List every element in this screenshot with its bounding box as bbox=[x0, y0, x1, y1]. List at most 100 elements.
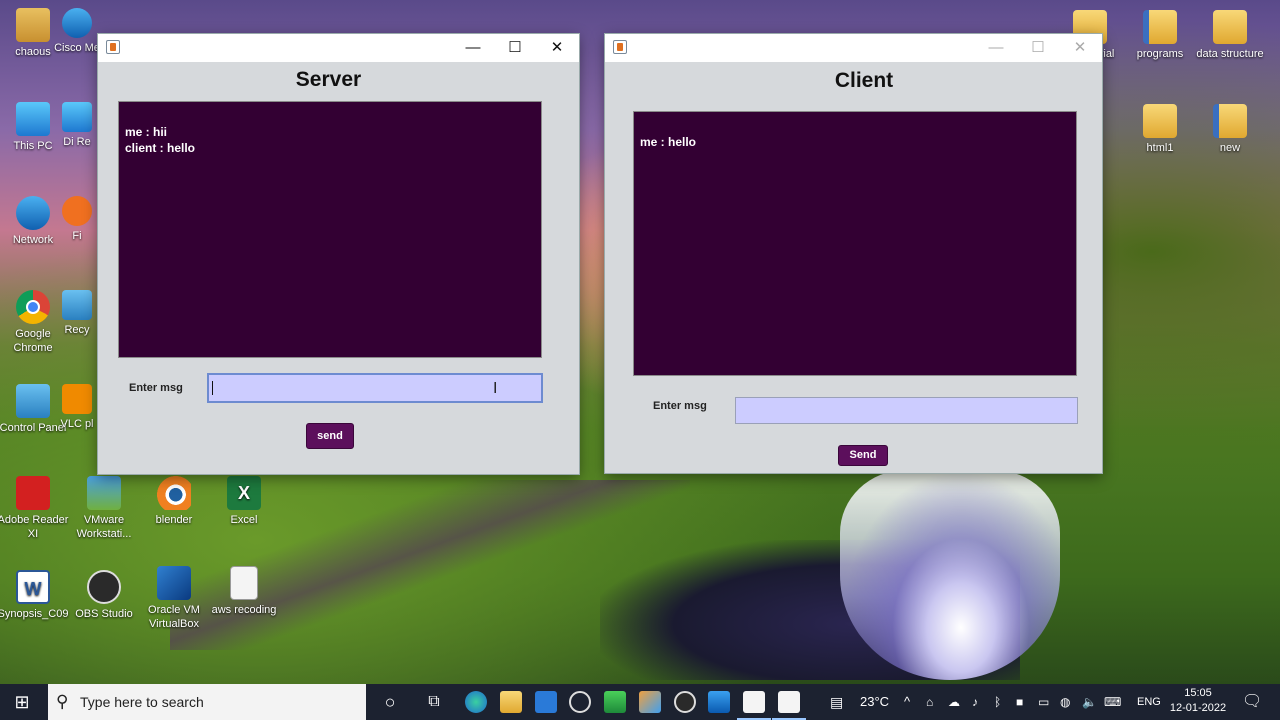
mail-icon[interactable] bbox=[535, 691, 557, 713]
word-doc-icon: W bbox=[16, 570, 50, 604]
server-titlebar[interactable]: — ☐ ✕ bbox=[98, 34, 579, 62]
cortana-button[interactable]: ○ bbox=[374, 684, 406, 720]
notepad-icon[interactable] bbox=[604, 691, 626, 713]
desktop-icon-adobe-reader[interactable]: Adobe Reader XI bbox=[0, 476, 69, 541]
network-icon bbox=[16, 196, 50, 230]
blender-icon bbox=[157, 476, 191, 510]
java-app-icon[interactable] bbox=[737, 691, 771, 720]
task-view-button[interactable]: ⧉ bbox=[418, 684, 450, 720]
edge-icon[interactable] bbox=[465, 691, 487, 713]
language-indicator[interactable]: ENG bbox=[1137, 684, 1161, 720]
chat-message: me : hii bbox=[125, 125, 168, 139]
obs-icon bbox=[87, 570, 121, 604]
desktop-icon-vlc[interactable]: VLC pl bbox=[52, 384, 102, 431]
folder-icon bbox=[1213, 104, 1247, 138]
dell-icon[interactable] bbox=[569, 691, 591, 713]
desktop-icon-vmware[interactable]: VMware Workstati... bbox=[68, 476, 140, 541]
server-window: — ☐ ✕ Server me : hii client : hello Ent… bbox=[98, 34, 579, 474]
vlc-icon bbox=[62, 384, 92, 414]
search-box[interactable]: ⚲ Type here to search bbox=[48, 684, 366, 720]
cisco-icon bbox=[62, 8, 92, 38]
desktop-icon-virtualbox[interactable]: Oracle VM VirtualBox bbox=[138, 566, 210, 631]
ibeam-cursor: I bbox=[493, 380, 498, 397]
recycle-bin-icon bbox=[62, 290, 92, 320]
maximize-button[interactable]: ☐ bbox=[1016, 34, 1060, 62]
folder-icon bbox=[1143, 10, 1177, 44]
virtualbox-icon bbox=[157, 566, 191, 600]
user-folder-icon bbox=[16, 8, 50, 42]
send-button[interactable]: send bbox=[306, 423, 354, 449]
excel-icon: X bbox=[227, 476, 261, 510]
text-caret bbox=[212, 381, 213, 395]
window-heading: Client bbox=[834, 69, 894, 92]
minimize-button[interactable]: — bbox=[451, 34, 495, 62]
send-button[interactable]: Send bbox=[838, 445, 888, 466]
task-view-icon: ⧉ bbox=[428, 693, 440, 710]
computer-icon bbox=[16, 102, 50, 136]
notifications-icon[interactable]: 🗨 bbox=[1242, 684, 1262, 720]
desktop-icon-new[interactable]: new bbox=[1194, 104, 1266, 155]
security-icon[interactable]: ■ bbox=[1016, 684, 1023, 720]
keyboard-icon[interactable]: ⌨ bbox=[1104, 684, 1121, 720]
desktop-icon-cisco[interactable]: Cisco Me bbox=[52, 8, 102, 55]
network-tray-icon[interactable]: ⌂ bbox=[926, 684, 933, 720]
chevron-up-icon[interactable]: ^ bbox=[904, 684, 910, 720]
weather-text[interactable]: 23°C bbox=[860, 684, 889, 720]
desktop-icon-programs[interactable]: programs bbox=[1124, 10, 1196, 61]
store-icon[interactable] bbox=[708, 691, 730, 713]
clock-time: 15:05 bbox=[1184, 687, 1212, 699]
chat-area[interactable]: me : hello bbox=[633, 111, 1077, 376]
folder-icon bbox=[1213, 10, 1247, 44]
window-heading: Server bbox=[295, 68, 362, 91]
desktop-icon-excel[interactable]: X Excel bbox=[208, 476, 280, 527]
microphone-icon[interactable]: ♪ bbox=[972, 684, 978, 720]
client-titlebar[interactable]: — ☐ ✕ bbox=[605, 34, 1102, 62]
vmware-icon bbox=[87, 476, 121, 510]
message-input[interactable] bbox=[735, 397, 1078, 424]
folder-icon bbox=[1143, 104, 1177, 138]
app-icon bbox=[62, 102, 92, 132]
close-button[interactable]: ✕ bbox=[535, 34, 579, 62]
wallpaper-waterfall bbox=[840, 470, 1060, 680]
chat-message: me : hello bbox=[640, 135, 697, 149]
chat-area[interactable]: me : hii client : hello bbox=[118, 101, 542, 358]
file-explorer-icon[interactable] bbox=[500, 691, 522, 713]
chat-message: client : hello bbox=[125, 141, 196, 155]
globe-icon[interactable]: ◍ bbox=[1060, 684, 1070, 720]
pdf-icon bbox=[16, 476, 50, 510]
clock[interactable]: 15:05 12-01-2022 bbox=[1166, 686, 1230, 716]
search-placeholder: Type here to search bbox=[80, 694, 204, 710]
windows-logo-icon: ⊞ bbox=[14, 692, 30, 712]
client-window: — ☐ ✕ Client me : hello Enter msg Send bbox=[605, 34, 1102, 473]
close-button[interactable]: ✕ bbox=[1058, 34, 1102, 62]
maximize-button[interactable]: ☐ bbox=[493, 34, 537, 62]
enter-msg-label: Enter msg bbox=[653, 400, 707, 412]
desktop-icon-data-structure[interactable]: data structure bbox=[1194, 10, 1266, 61]
desktop-icon-obs[interactable]: OBS Studio bbox=[68, 570, 140, 621]
desktop-icon-fi[interactable]: Fi bbox=[52, 196, 102, 243]
desktop-icon-recycle[interactable]: Recy bbox=[52, 290, 102, 337]
desktop-icon-html1[interactable]: html1 bbox=[1124, 104, 1196, 155]
cortana-icon: ○ bbox=[384, 692, 396, 712]
desktop-icon-di-re[interactable]: Di Re bbox=[52, 102, 102, 149]
java-app-icon bbox=[613, 40, 627, 54]
bluetooth-icon[interactable]: ᛒ bbox=[994, 684, 1001, 720]
desktop-icon-synopsis[interactable]: W Synopsis_C09 bbox=[0, 570, 69, 621]
control-panel-icon bbox=[16, 384, 50, 418]
battery-icon[interactable]: ▭ bbox=[1038, 684, 1049, 720]
clock-date: 12-01-2022 bbox=[1169, 702, 1227, 714]
news-icon[interactable]: ▤ bbox=[830, 684, 843, 720]
start-button[interactable]: ⊞ bbox=[0, 684, 44, 720]
enter-msg-label: Enter msg bbox=[129, 382, 183, 394]
app-icon[interactable] bbox=[639, 691, 661, 713]
volume-icon[interactable]: 🔈 bbox=[1082, 684, 1097, 720]
java-app-icon[interactable] bbox=[772, 691, 806, 720]
chrome-icon bbox=[16, 290, 50, 324]
obs-icon[interactable] bbox=[674, 691, 696, 713]
cloud-icon[interactable]: ☁ bbox=[948, 684, 960, 720]
minimize-button[interactable]: — bbox=[974, 34, 1018, 62]
desktop-icon-aws-recoding[interactable]: aws recoding bbox=[208, 566, 280, 617]
taskbar: ⊞ ⚲ Type here to search ○ ⧉ ▤ 23°C ^ ⌂ ☁… bbox=[0, 684, 1280, 720]
search-icon: ⚲ bbox=[56, 692, 69, 711]
desktop-icon-blender[interactable]: blender bbox=[138, 476, 210, 527]
